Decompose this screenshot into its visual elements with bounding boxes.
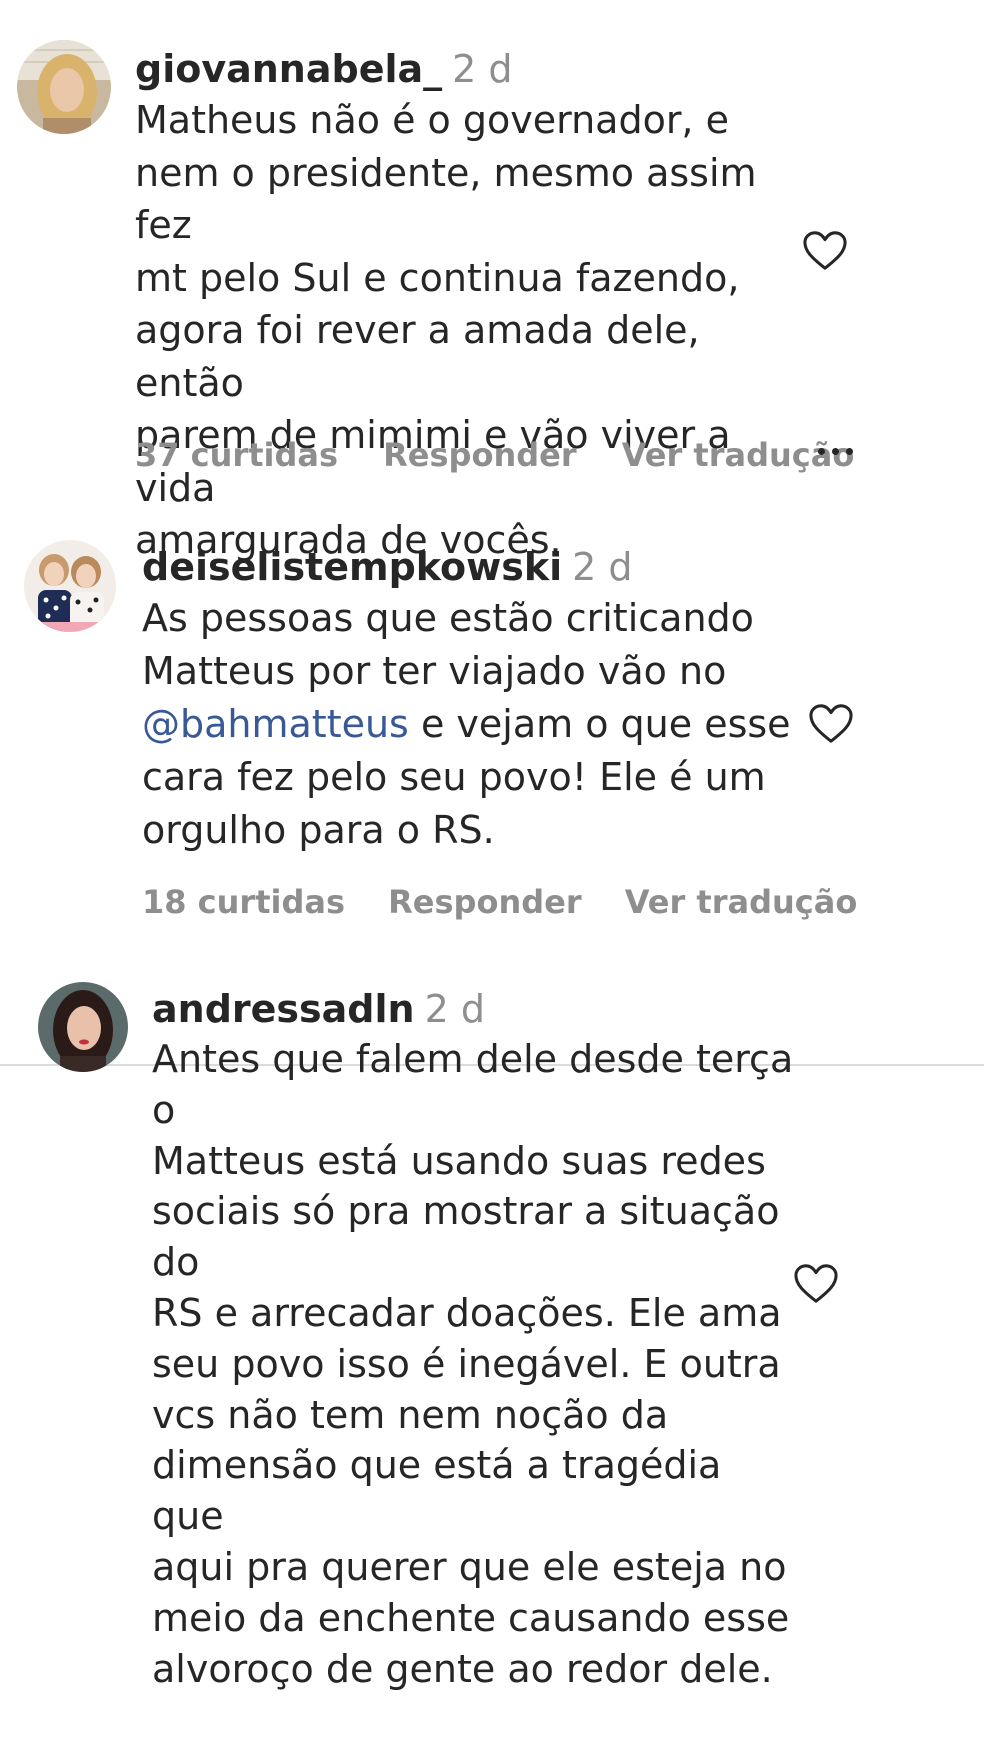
avatar-giovannabela[interactable] [17, 40, 111, 134]
likes-count[interactable]: 37 curtidas [135, 436, 338, 474]
comment-time: 2 d [572, 545, 633, 589]
comment-text-line: Matheus não é o governador, e [135, 98, 729, 142]
comment-text-line: agora foi rever a amada dele, então [135, 308, 700, 405]
comment-username[interactable]: andressadln [152, 987, 415, 1031]
comment-text-line: aqui pra querer que ele esteja no [152, 1544, 787, 1589]
comment-text-line: orgulho para o RS. [142, 808, 495, 852]
comment-text-line: vcs não tem nem noção da [152, 1392, 669, 1437]
translate-button[interactable]: Ver tradução [622, 436, 855, 474]
comment-text-line: Matteus por ter viajado vão no [142, 649, 727, 693]
comment-text-line: mt pelo Sul e continua fazendo, [135, 255, 740, 300]
comment-text-fragment: e vejam o que esse [408, 702, 791, 746]
avatar-deiselistempkowski[interactable] [24, 540, 116, 632]
avatar-photo-1 [17, 40, 111, 134]
heart-icon[interactable] [808, 702, 854, 746]
comment-text-line: Matteus está usando suas redes [152, 1138, 766, 1183]
comment-text-line: RS e arrecadar doações. Ele ama [152, 1290, 782, 1335]
more-options-icon[interactable] [818, 448, 853, 455]
comment-text-line: Antes que falem dele desde terça o [152, 1037, 794, 1132]
comment-actions: 18 curtidas Responder Ver tradução [142, 880, 857, 924]
comment-text: Matheus não é o governador, e nem o pres… [135, 94, 795, 567]
comment-time: 2 d [452, 47, 513, 91]
comment-text-line: seu povo isso é inegável. E outra [152, 1341, 781, 1386]
comment-text-line: @bahmatteus e vejam o que esse [142, 698, 802, 751]
comment-text: Antes que falem dele desde terça o Matte… [152, 1034, 802, 1694]
comment-text-line: As pessoas que estão criticando [142, 596, 754, 640]
avatar-photo-2 [24, 540, 116, 632]
heart-icon[interactable] [793, 1262, 839, 1306]
comment-text-line: sociais só pra mostrar a situação do [152, 1189, 780, 1285]
avatar-andressadln[interactable] [38, 982, 128, 1072]
likes-count[interactable]: 18 curtidas [142, 883, 345, 921]
avatar-photo-3 [38, 982, 128, 1072]
comment-username[interactable]: giovannabela_ [135, 47, 442, 91]
reply-button[interactable]: Responder [383, 436, 576, 474]
translate-button[interactable]: Ver tradução [625, 883, 858, 921]
comment-username[interactable]: deiselistempkowski [142, 545, 562, 589]
comment-text-line: nem o presidente, mesmo assim fez [135, 150, 757, 248]
comment-time: 2 d [424, 987, 485, 1031]
comment-text-line: meio da enchente causando esse [152, 1595, 790, 1640]
comment-text-line: alvoroço de gente ao redor dele. [152, 1646, 773, 1691]
comment-text: As pessoas que estão criticando Matteus … [142, 592, 802, 857]
comment-text-line: dimensão que está a tragédia que [152, 1443, 722, 1539]
heart-icon[interactable] [802, 229, 848, 273]
comment-text-line: cara fez pelo seu povo! Ele é um [142, 755, 766, 799]
reply-button[interactable]: Responder [388, 883, 581, 921]
comment-actions: 37 curtidas Responder Ver tradução [135, 433, 854, 477]
mention-link[interactable]: @bahmatteus [142, 702, 409, 746]
